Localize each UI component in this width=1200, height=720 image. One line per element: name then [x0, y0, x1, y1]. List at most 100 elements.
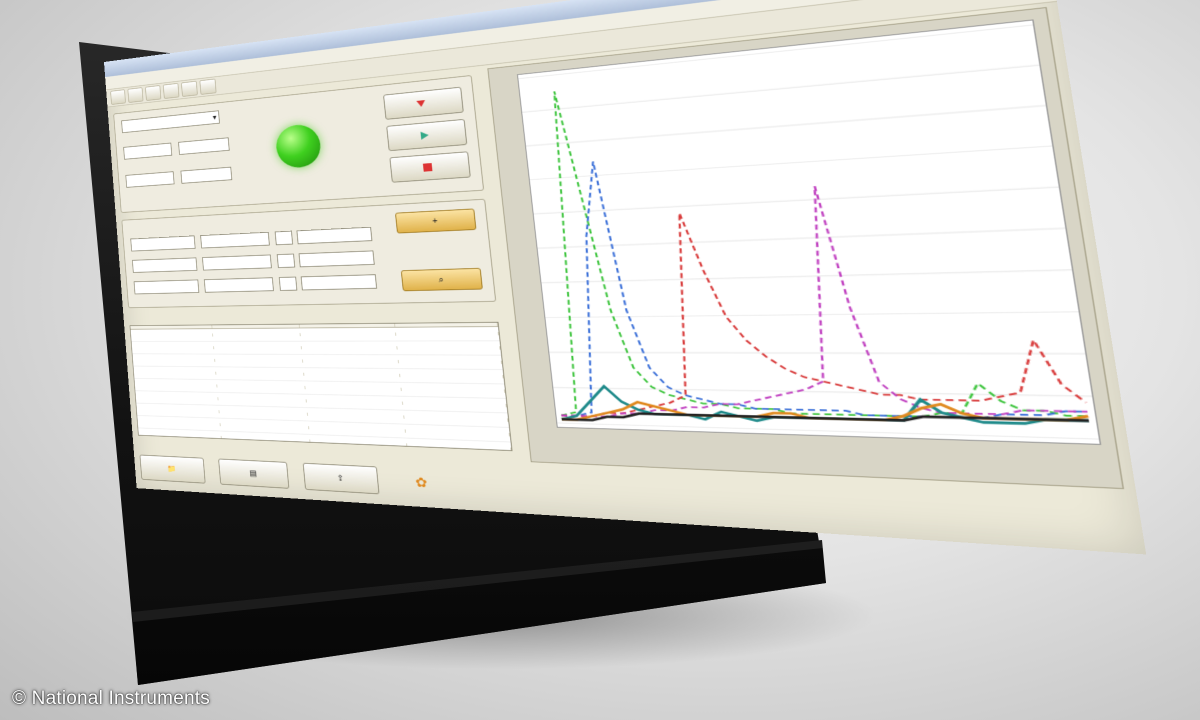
search-field[interactable]: [133, 279, 200, 295]
table-cell: [306, 399, 403, 405]
acquisition-field[interactable]: [125, 171, 175, 188]
table-cell: [402, 401, 507, 408]
table-cell: [135, 395, 219, 401]
table-cell: [215, 371, 305, 376]
toolbar-button[interactable]: [127, 87, 144, 103]
document-icon: ▤: [249, 468, 258, 478]
application-window: ✕: [104, 0, 1147, 555]
toolbar-button[interactable]: [110, 89, 126, 105]
search-field[interactable]: [298, 250, 375, 268]
settings-button[interactable]: ✿: [394, 467, 450, 498]
toolbar-button[interactable]: [181, 80, 198, 97]
open-file-button[interactable]: 📁: [139, 454, 206, 484]
table-cell: [308, 426, 406, 433]
stop-icon: [422, 163, 433, 172]
search-icon: ⌕: [438, 275, 445, 285]
stop-button[interactable]: [389, 151, 471, 183]
download-icon: [416, 100, 426, 108]
export-button[interactable]: ⇪: [302, 462, 380, 495]
table-cell: [221, 435, 311, 443]
table-cell: [136, 407, 220, 414]
search-field[interactable]: [202, 254, 272, 271]
series-line-4: [537, 173, 1090, 430]
export-icon: ⇪: [336, 473, 345, 483]
search-field[interactable]: [130, 235, 196, 252]
table-cell: [131, 346, 214, 350]
acquisition-field[interactable]: [180, 166, 233, 184]
series-line-7: [560, 408, 1091, 434]
table-cell: [134, 383, 218, 388]
acquisition-group-title: [120, 107, 126, 109]
table-cell: [132, 358, 215, 362]
add-criteria-button[interactable]: +: [395, 208, 477, 234]
table-cell: [216, 384, 306, 390]
grid-line: [526, 105, 1046, 145]
table-cell: [305, 386, 402, 391]
table-cell: [213, 346, 302, 350]
settings-icon: ✿: [414, 475, 429, 491]
table-cell: [405, 429, 510, 437]
search-field[interactable]: [300, 274, 378, 291]
series-line-6: [559, 397, 1091, 435]
table-cell: [310, 439, 407, 447]
search-field[interactable]: [203, 277, 274, 293]
table-cell: [307, 412, 405, 419]
column-header[interactable]: [130, 325, 213, 329]
grid-line: [549, 352, 1085, 353]
table-cell: [212, 333, 301, 337]
table-cell: [218, 410, 308, 416]
table-cell: [398, 360, 503, 365]
folder-icon: 📁: [167, 464, 177, 474]
search-operator-field[interactable]: [276, 253, 296, 268]
left-panel: + ⌕: [113, 70, 524, 507]
line-chart: [518, 21, 1100, 444]
monitor-screen: ✕: [104, 0, 1147, 555]
copyright-text: © National Instruments: [12, 688, 210, 709]
acquire-button[interactable]: [383, 86, 464, 120]
table-cell: [400, 387, 506, 393]
table-row[interactable]: [130, 326, 500, 342]
toolbar-button[interactable]: [162, 82, 180, 99]
table-cell: [304, 372, 400, 378]
series-line-2: [533, 130, 1090, 430]
table-cell: [406, 443, 512, 452]
status-led-indicator: [274, 122, 323, 170]
chart-plot-area[interactable]: [516, 19, 1102, 445]
search-field[interactable]: [296, 226, 373, 245]
chart-panel: [487, 6, 1125, 490]
run-icon: [420, 131, 429, 140]
table-cell: [403, 415, 509, 422]
search-operator-field[interactable]: [278, 276, 298, 291]
grid-line: [522, 65, 1039, 112]
toolbar-button[interactable]: [145, 85, 162, 101]
grid-line: [545, 312, 1078, 318]
column-header[interactable]: [211, 324, 300, 329]
table-cell: [130, 333, 213, 337]
search-field[interactable]: [200, 231, 270, 249]
grid-line: [538, 228, 1066, 248]
table-cell: [214, 358, 304, 363]
results-table: [129, 321, 513, 452]
device-select[interactable]: [121, 110, 220, 134]
search-button[interactable]: ⌕: [400, 267, 483, 292]
table-cell: [300, 332, 396, 337]
grid-line: [541, 270, 1072, 283]
table-cell: [399, 373, 504, 379]
acquisition-field[interactable]: [123, 142, 173, 160]
grid-line: [530, 146, 1052, 180]
acquisition-field[interactable]: [178, 137, 230, 155]
report-button[interactable]: ▤: [218, 458, 290, 489]
search-field[interactable]: [132, 257, 198, 273]
table-cell: [138, 432, 222, 440]
search-operator-field[interactable]: [274, 230, 294, 246]
table-cell: [395, 331, 499, 336]
toolbar-button[interactable]: [199, 78, 217, 95]
table-cell: [217, 397, 307, 403]
table-cell: [133, 370, 216, 375]
grid-line: [534, 187, 1059, 214]
table-cell: [137, 420, 221, 427]
table-cell: [301, 346, 398, 350]
run-button[interactable]: [386, 118, 468, 152]
add-icon: +: [432, 216, 439, 226]
table-cell: [220, 423, 310, 430]
